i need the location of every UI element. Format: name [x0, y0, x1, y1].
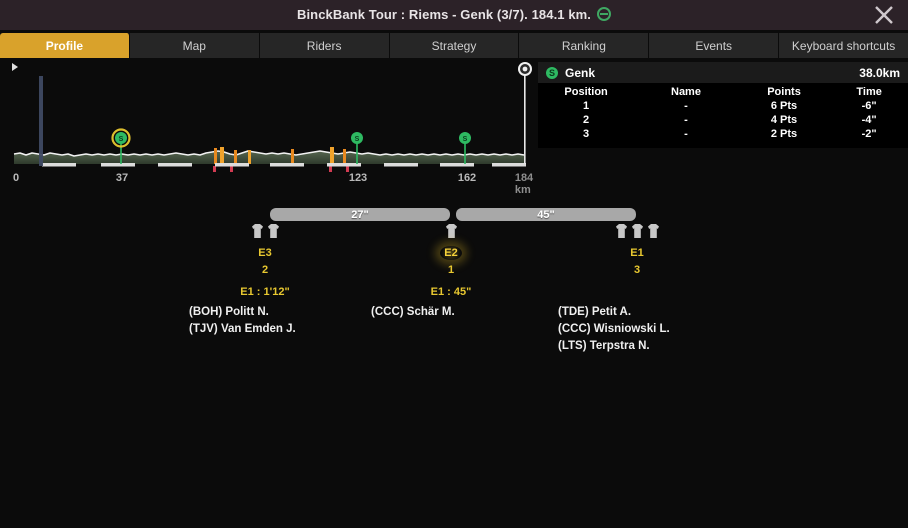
- sprint-distance: 38.0km: [859, 65, 900, 80]
- group-e1-jerseys: [587, 224, 687, 240]
- cell-position: 3: [583, 128, 590, 140]
- cell-points: 4 Pts: [770, 114, 798, 126]
- tab-keyboard-shortcuts[interactable]: Keyboard shortcuts: [779, 33, 908, 58]
- jersey-icon: [647, 224, 659, 238]
- group-e3-gap: E1 : 1'12": [240, 286, 290, 298]
- cell-time: -2": [861, 128, 877, 140]
- tab-keyboard-shortcuts-label: Keyboard shortcuts: [791, 38, 896, 53]
- km-tick-123: 123: [348, 172, 368, 184]
- tab-map[interactable]: Map: [129, 33, 260, 58]
- table-header-row: Position Name Points Time: [538, 83, 908, 99]
- jersey-icon: [251, 224, 263, 238]
- elevation-profile-graphic: S S S: [13, 62, 532, 172]
- gap-bar-e3-e2: 27": [270, 208, 450, 221]
- group-e1[interactable]: E1 3: [587, 224, 687, 286]
- svg-text:S: S: [463, 136, 468, 143]
- tab-ranking-label: Ranking: [561, 38, 606, 53]
- svg-text:S: S: [119, 136, 124, 143]
- group-e2-count: 1: [447, 264, 455, 276]
- group-e2[interactable]: E2 1 E1 : 45": [401, 224, 501, 298]
- stage-profile-chart[interactable]: S S S 0 37 123 162 184 km: [0, 60, 537, 196]
- svg-text:S: S: [355, 136, 360, 143]
- group-e3-jerseys: [215, 224, 315, 240]
- tab-ranking[interactable]: Ranking: [519, 33, 650, 58]
- sprint-icon: S: [546, 66, 558, 79]
- km-axis: 0 37 123 162 184 km: [0, 172, 537, 196]
- cell-position: 2: [583, 114, 590, 126]
- title-bar: BinckBank Tour : Riems - Genk (3/7). 184…: [0, 0, 908, 30]
- col-points: Points: [767, 86, 801, 98]
- group-e2-gap: E1 : 45": [430, 286, 472, 298]
- table-row: 3 - 2 Pts -2": [538, 127, 908, 141]
- tab-profile[interactable]: Profile: [0, 33, 130, 58]
- group-e3-count: 2: [261, 264, 269, 276]
- cell-position: 1: [583, 100, 590, 112]
- tab-map-label: Map: [182, 38, 206, 53]
- close-icon[interactable]: [866, 0, 902, 30]
- jersey-icon: [631, 224, 643, 238]
- window-title: BinckBank Tour : Riems - Genk (3/7). 184…: [296, 6, 612, 24]
- list-item[interactable]: (CCC) Wisniowski L.: [558, 321, 670, 338]
- cell-name: -: [684, 128, 688, 140]
- sprint-info-header: S Genk 38.0km: [538, 62, 908, 83]
- tab-riders[interactable]: Riders: [259, 33, 390, 58]
- km-tick-184: 184 km: [514, 172, 534, 196]
- km-tick-162: 162: [457, 172, 477, 184]
- tab-events[interactable]: Events: [649, 33, 780, 58]
- list-item[interactable]: (TDE) Petit A.: [558, 304, 670, 321]
- jersey-icon: [267, 224, 279, 238]
- group-e1-count: 3: [633, 264, 641, 276]
- km-tick-37: 37: [115, 172, 129, 184]
- col-time: Time: [856, 86, 882, 98]
- cell-points: 6 Pts: [770, 100, 798, 112]
- window-title-text: BinckBank Tour : Riems - Genk (3/7). 184…: [296, 7, 592, 22]
- segment-scale-bar: [42, 163, 526, 167]
- group-e3-rider-list: (BOH) Politt N. (TJV) Van Emden J.: [189, 304, 296, 338]
- group-e1-code: E1: [630, 247, 644, 259]
- tab-bar: Profile Map Riders Strategy Ranking Even…: [0, 33, 908, 58]
- gap-bar-label: 45": [537, 208, 555, 221]
- group-e1-rider-list: (TDE) Petit A. (CCC) Wisniowski L. (LTS)…: [558, 304, 670, 355]
- list-item[interactable]: (TJV) Van Emden J.: [189, 321, 296, 338]
- tab-strategy-label: Strategy: [431, 38, 477, 53]
- sprint-points-table: Position Name Points Time 1 - 6 Pts -6" …: [538, 83, 908, 141]
- stage-profile-window: BinckBank Tour : Riems - Genk (3/7). 184…: [0, 0, 908, 528]
- col-name: Name: [671, 86, 701, 98]
- cell-name: -: [684, 100, 688, 112]
- table-row: 2 - 4 Pts -4": [538, 113, 908, 127]
- cell-time: -4": [861, 114, 877, 126]
- group-e2-rider-list: (CCC) Schär M.: [371, 304, 455, 321]
- tab-strategy[interactable]: Strategy: [389, 33, 520, 58]
- expand-triangle-icon[interactable]: [12, 63, 18, 71]
- flat-stage-icon: [597, 7, 612, 21]
- jersey-icon: [445, 224, 457, 238]
- gap-bar-label: 27": [351, 208, 369, 221]
- list-item[interactable]: (BOH) Politt N.: [189, 304, 296, 321]
- group-e2-jerseys: [401, 224, 501, 240]
- col-position: Position: [564, 86, 608, 98]
- cell-name: -: [684, 114, 688, 126]
- group-e3[interactable]: E3 2 E1 : 1'12": [215, 224, 315, 298]
- gap-bar-e2-e1: 45": [456, 208, 636, 221]
- tab-profile-label: Profile: [45, 38, 84, 53]
- list-item[interactable]: (CCC) Schär M.: [371, 304, 455, 321]
- tab-events-label: Events: [695, 38, 733, 53]
- jersey-icon: [615, 224, 627, 238]
- sprint-info-panel: S Genk 38.0km Position Name Points Time …: [538, 62, 908, 148]
- sprint-location: Genk: [565, 65, 596, 80]
- tab-riders-label: Riders: [306, 38, 342, 53]
- list-item[interactable]: (LTS) Terpstra N.: [558, 338, 670, 355]
- cell-time: -6": [861, 100, 877, 112]
- group-e2-code: E2: [440, 246, 462, 260]
- finish-flag-icon: [518, 62, 532, 164]
- group-e3-code: E3: [258, 247, 272, 259]
- race-situation-panel: 27" 45" E3 2 E1 : 1'12" E2 1 E1 : 45" E1…: [0, 200, 908, 360]
- table-row: 1 - 6 Pts -6": [538, 99, 908, 113]
- current-position-marker: [39, 76, 43, 166]
- cell-points: 2 Pts: [770, 128, 798, 140]
- km-tick-0: 0: [12, 172, 20, 184]
